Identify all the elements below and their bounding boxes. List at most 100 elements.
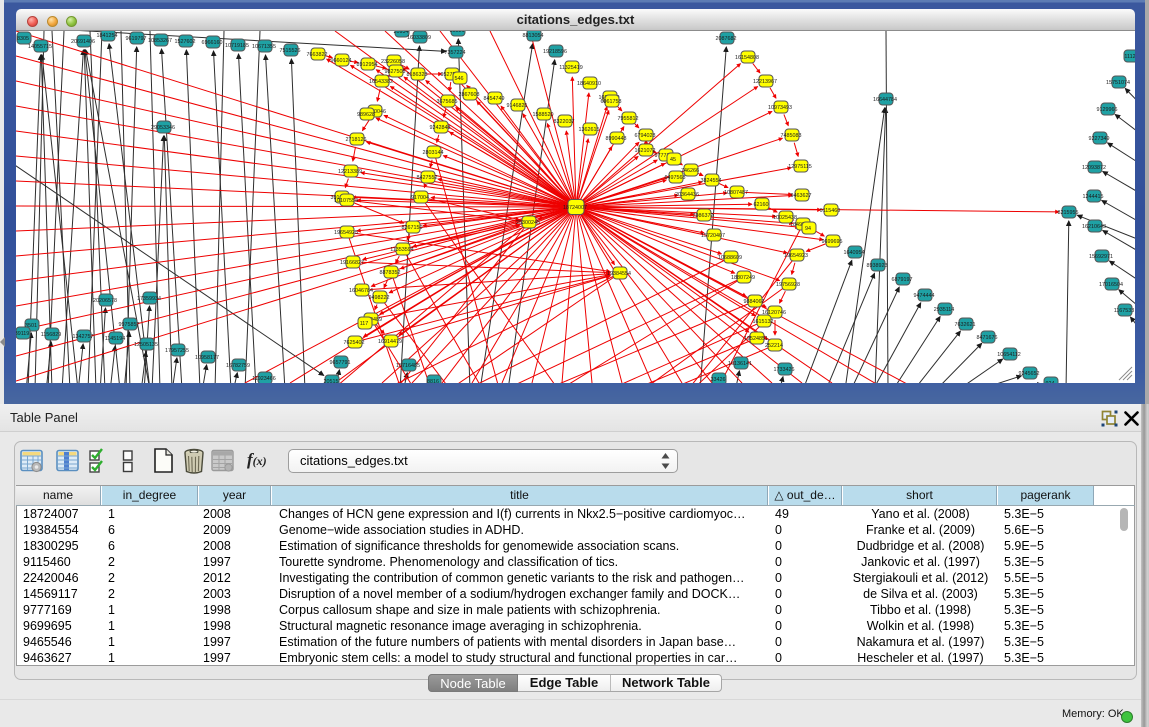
svg-text:9619797: 9619797 [126,36,147,42]
svg-text:20515: 20515 [324,379,339,383]
svg-text:1342757: 1342757 [73,334,94,340]
svg-text:9498222: 9498222 [369,295,390,301]
svg-text:11325419: 11325419 [559,65,583,71]
svg-text:62160: 62160 [754,202,769,208]
svg-text:25300245: 25300245 [516,220,540,226]
svg-text:11353594: 11353594 [390,247,414,253]
svg-text:1156829: 1156829 [41,332,62,338]
svg-text:85531: 85531 [450,31,465,34]
svg-text:917004: 917004 [411,195,429,201]
svg-text:8990448: 8990448 [606,136,627,142]
svg-text:6961758: 6961758 [601,99,622,105]
svg-text:19166827: 19166827 [340,260,364,266]
svg-text:16210643: 16210643 [1082,224,1106,230]
svg-text:1112: 1112 [1124,54,1135,60]
svg-text:9474444: 9474444 [914,293,935,299]
svg-text:16782759: 16782759 [226,363,250,369]
svg-text:6966160: 6966160 [202,40,223,46]
svg-text:2867608: 2867608 [459,92,480,98]
svg-text:2718126: 2718126 [346,137,367,143]
svg-text:8186328: 8186328 [407,72,428,78]
svg-text:7632621: 7632621 [955,322,976,328]
svg-text:6794028: 6794028 [635,133,656,139]
svg-text:9245652: 9245652 [1019,371,1040,377]
svg-text:20691406: 20691406 [71,39,95,45]
svg-text:19384554: 19384554 [607,271,631,277]
svg-text:8912954: 8912954 [357,62,378,68]
svg-text:16914479: 16914479 [378,339,402,345]
svg-text:16644784: 16644784 [873,97,897,103]
svg-text:3824554: 3824554 [701,178,722,184]
svg-text:7955812: 7955812 [618,116,639,122]
svg-text:10719185: 10719185 [225,43,249,49]
svg-text:6497568: 6497568 [665,175,686,181]
svg-text:16033809: 16033809 [407,35,431,41]
svg-text:7625402: 7625402 [344,340,365,346]
svg-text:9657791: 9657791 [330,360,351,366]
svg-text:117: 117 [360,321,369,327]
svg-text:16136141: 16136141 [728,361,752,367]
svg-text:12093872: 12093872 [1082,165,1106,171]
svg-text:1588520: 1588520 [533,112,554,118]
svg-text:8322037: 8322037 [554,119,575,125]
svg-text:19654923: 19654923 [784,253,808,259]
svg-text:746266: 746266 [681,168,699,174]
svg-text:10958177: 10958177 [195,355,219,361]
svg-text:10654112: 10654112 [997,352,1021,358]
svg-text:19654925: 19654925 [334,230,358,236]
svg-text:7485083: 7485083 [781,133,802,139]
svg-text:15692971: 15692971 [1089,254,1113,260]
svg-text:39119: 39119 [16,331,29,337]
svg-text:15751074: 15751074 [1106,80,1130,86]
svg-text:2087682: 2087682 [716,36,737,42]
svg-text:10973493: 10973493 [768,105,792,111]
svg-text:7663822: 7663822 [307,52,328,58]
svg-text:17359934: 17359934 [137,296,161,302]
svg-text:33426: 33426 [711,377,726,383]
svg-text:9463627: 9463627 [791,193,812,199]
svg-text:8938923: 8938923 [867,263,888,269]
svg-text:10107554: 10107554 [334,198,358,204]
svg-text:2803144: 2803144 [423,150,444,156]
svg-text:8305: 8305 [17,36,29,42]
svg-text:9884067: 9884067 [744,299,765,305]
svg-text:8878352: 8878352 [380,270,401,276]
svg-text:16154808: 16154808 [735,55,759,61]
svg-text:1640954: 1640954 [844,250,865,256]
svg-text:9660124: 9660124 [331,58,352,64]
svg-text:1621072: 1621072 [635,148,656,154]
svg-text:1362615: 1362615 [579,127,600,133]
svg-text:10853267: 10853267 [148,38,172,44]
svg-text:8813054: 8813054 [523,33,544,39]
svg-text:1167533: 1167533 [1114,308,1135,314]
svg-text:8454749: 8454749 [484,96,505,102]
svg-text:1145194: 1145194 [105,336,126,342]
svg-text:18807249: 18807249 [731,275,755,281]
svg-text:12975115: 12975115 [788,164,812,170]
svg-text:12213967: 12213967 [753,79,777,85]
svg-text:15716485: 15716485 [396,363,420,369]
svg-text:15720407: 15720407 [701,233,725,239]
svg-text:10807487: 10807487 [724,190,748,196]
svg-text:9129966: 9129966 [1097,107,1118,113]
svg-text:9115460: 9115460 [820,208,841,214]
svg-text:23226058: 23226058 [381,59,405,65]
svg-text:8215955: 8215955 [1058,210,1079,216]
svg-text:19524851: 19524851 [744,336,768,342]
svg-text:9827503: 9827503 [385,69,406,75]
svg-text:1244415: 1244415 [1083,194,1104,200]
svg-text:20364436: 20364436 [675,192,699,198]
svg-text:16046784: 16046784 [349,288,373,294]
svg-text:94: 94 [805,226,811,232]
svg-text:19218596: 19218596 [543,49,567,55]
svg-text:8471676: 8471676 [977,335,998,341]
svg-text:546: 546 [455,76,464,82]
svg-text:2935114: 2935114 [934,307,955,313]
svg-text:17016504: 17016504 [1099,282,1123,288]
svg-text:18640910: 18640910 [577,81,601,87]
svg-text:45: 45 [670,157,676,163]
svg-text:20206578: 20206578 [93,298,117,304]
svg-text:9242848: 9242848 [430,125,451,131]
svg-text:29053346: 29053346 [151,125,175,131]
svg-text:19756928: 19756928 [776,282,800,288]
